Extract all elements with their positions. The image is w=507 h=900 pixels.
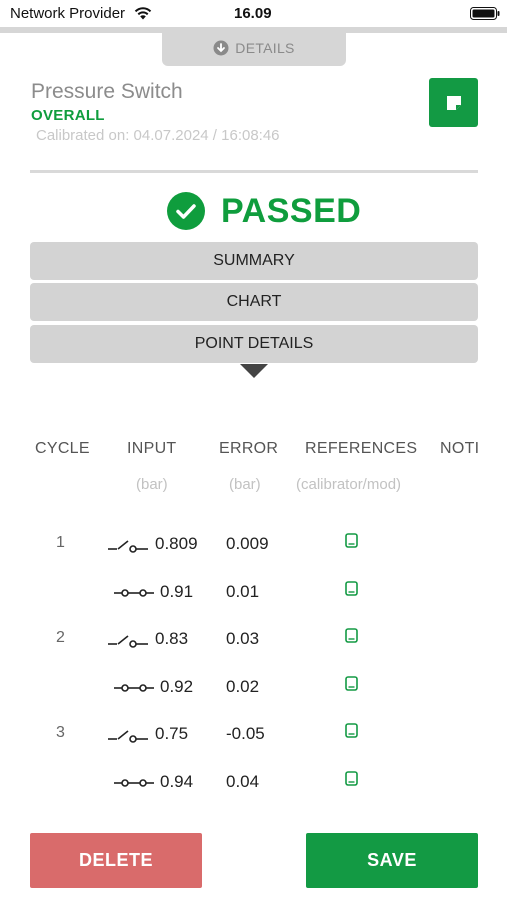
- reference-device-icon[interactable]: [345, 675, 358, 693]
- header-divider: [30, 170, 478, 173]
- table-row[interactable]: 0.92 0.02: [0, 673, 507, 703]
- input-cell: 0.92: [160, 676, 194, 696]
- switch-open-icon: [108, 726, 150, 744]
- switch-open-icon: [108, 631, 150, 649]
- header-references: REFERENCES: [305, 440, 418, 457]
- cycle-cell: 1: [56, 534, 65, 551]
- unit-error: (bar): [229, 476, 261, 493]
- result-label: PASSED: [221, 191, 362, 230]
- cycle-cell: 2: [56, 629, 65, 646]
- summary-button[interactable]: SUMMARY: [30, 242, 478, 280]
- table-row[interactable]: 0.91 0.01: [0, 578, 507, 608]
- error-cell: -0.05: [226, 724, 265, 743]
- table-row[interactable]: 3 0.75 -0.05: [0, 720, 507, 750]
- overall-label: OVERALL: [31, 107, 105, 124]
- input-cell: 0.83: [155, 629, 189, 648]
- input-cell: 0.94: [160, 771, 194, 791]
- header-input: INPUT: [127, 440, 177, 457]
- selected-caret-icon: [240, 364, 268, 378]
- header-error: ERROR: [219, 440, 279, 457]
- note-button[interactable]: [429, 78, 478, 127]
- save-button[interactable]: SAVE: [306, 833, 478, 888]
- reference-device-icon[interactable]: [345, 628, 358, 645]
- error-cell: 0.02: [226, 676, 260, 696]
- chart-button[interactable]: CHART: [30, 283, 478, 321]
- error-cell: 0.03: [226, 629, 260, 648]
- note-icon: [446, 95, 461, 110]
- table-row[interactable]: 1 0.809 0.009: [0, 530, 507, 560]
- switch-closed-icon: [114, 584, 156, 602]
- result-status: PASSED: [167, 190, 361, 232]
- point-details-button[interactable]: POINT DETAILS: [30, 325, 478, 363]
- error-cell: 0.04: [226, 771, 260, 791]
- input-cell: 0.75: [155, 724, 189, 743]
- error-cell: 0.01: [226, 581, 260, 601]
- wifi-icon: [134, 7, 152, 20]
- point-details-table[interactable]: CYCLE INPUT ERROR REFERENCES NOTI (bar) …: [0, 430, 507, 810]
- table-row[interactable]: 0.94 0.04: [0, 768, 507, 798]
- delete-button[interactable]: DELETE: [30, 833, 202, 888]
- details-toggle-button[interactable]: DETAILS: [162, 30, 346, 66]
- clock: 16.09: [234, 5, 272, 22]
- table-row[interactable]: 2 0.83 0.03: [0, 625, 507, 655]
- switch-open-icon: [108, 536, 150, 554]
- chevron-down-circle-icon: [213, 40, 229, 56]
- reference-device-icon[interactable]: [345, 770, 358, 788]
- page-title: Pressure Switch: [31, 80, 183, 103]
- error-cell: 0.009: [226, 534, 269, 553]
- status-bar: Network Provider 16.09: [0, 0, 507, 26]
- battery-icon: [470, 7, 500, 20]
- switch-closed-icon: [114, 679, 156, 697]
- switch-closed-icon: [114, 774, 156, 792]
- calibrated-timestamp: Calibrated on: 04.07.2024 / 16:08:46: [36, 127, 280, 144]
- carrier-label: Network Provider: [10, 5, 126, 22]
- unit-input: (bar): [136, 476, 168, 493]
- unit-references: (calibrator/mod): [296, 476, 402, 493]
- input-cell: 0.91: [160, 581, 194, 601]
- check-circle-icon: [167, 192, 205, 230]
- reference-device-icon[interactable]: [345, 723, 358, 740]
- header-cycle: CYCLE: [35, 440, 90, 457]
- input-cell: 0.809: [155, 534, 198, 553]
- cycle-cell: 3: [56, 724, 65, 741]
- details-label: DETAILS: [235, 40, 295, 56]
- reference-device-icon[interactable]: [345, 533, 358, 550]
- header-notes: NOTI: [440, 440, 480, 457]
- reference-device-icon[interactable]: [345, 580, 358, 598]
